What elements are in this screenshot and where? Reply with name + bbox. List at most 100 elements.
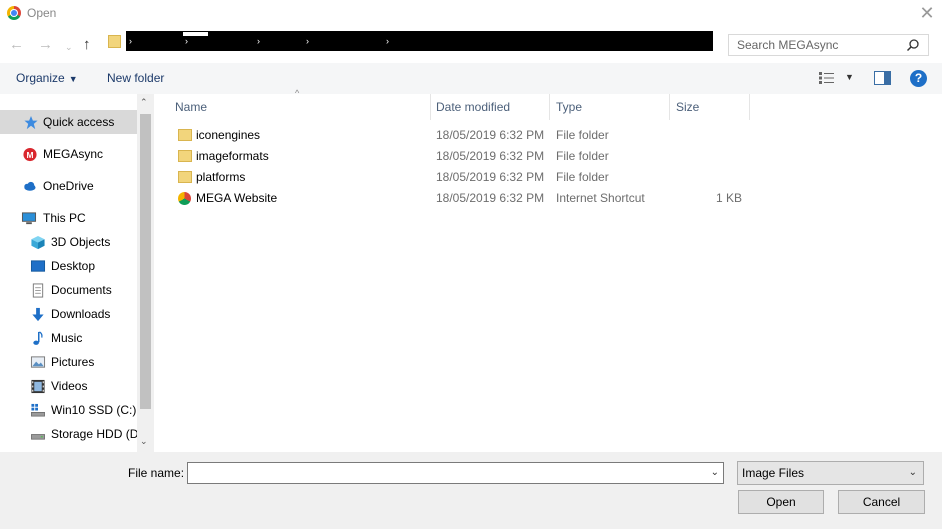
column-header-type[interactable]: Type — [550, 94, 670, 120]
file-name: MEGA Website — [196, 191, 278, 205]
file-name-combobox[interactable]: ⌄ — [187, 462, 724, 484]
chevron-down-icon[interactable]: ⌄ — [711, 467, 719, 478]
nav-item-win10-ssd[interactable]: Win10 SSD (C:) — [0, 398, 137, 422]
file-row[interactable]: imageformats 18/05/2019 6:32 PM File fol… — [172, 146, 732, 167]
file-date: 18/05/2019 6:32 PM — [436, 149, 545, 163]
nav-item-label: Documents — [51, 283, 112, 297]
file-size: 1 KB — [715, 191, 742, 205]
navigation-pane: Quick access M MEGAsync OneDrive This PC… — [0, 94, 154, 452]
nav-item-label: Videos — [51, 379, 88, 393]
cloud-icon — [24, 181, 36, 191]
nav-item-label: OneDrive — [43, 179, 94, 193]
document-icon — [32, 283, 44, 298]
nav-item-music[interactable]: Music — [0, 326, 137, 350]
address-row: ← → ⌄ ↑ › › › › › — [0, 30, 942, 60]
folder-icon — [178, 129, 192, 141]
file-date: 18/05/2019 6:32 PM — [436, 191, 545, 205]
address-bar[interactable]: › › › › › — [126, 31, 713, 51]
download-icon — [32, 307, 44, 322]
address-separator-icon[interactable]: › — [257, 35, 260, 47]
cube-icon — [31, 235, 45, 250]
nav-item-documents[interactable]: Documents — [0, 278, 137, 302]
nav-item-megasync[interactable]: M MEGAsync — [0, 142, 137, 166]
computer-icon — [21, 212, 37, 225]
column-header-name[interactable]: Name — [169, 94, 431, 120]
nav-item-quick-access[interactable]: Quick access — [0, 110, 137, 134]
help-icon[interactable]: ? — [910, 70, 927, 87]
file-type-filter[interactable]: Image Files ⌄ — [737, 461, 924, 485]
file-row[interactable]: platforms 18/05/2019 6:32 PM File folder — [172, 167, 732, 188]
nav-item-label: Pictures — [51, 355, 95, 369]
up-arrow-icon[interactable]: ↑ — [83, 36, 91, 54]
file-row[interactable]: iconengines 18/05/2019 6:32 PM File fold… — [172, 125, 732, 146]
file-name: iconengines — [196, 128, 261, 142]
file-list: ^ Name Date modified Type Size iconengin… — [155, 88, 942, 452]
address-separator-icon[interactable]: › — [129, 35, 132, 47]
star-icon — [24, 115, 38, 130]
file-type: Internet Shortcut — [556, 191, 645, 205]
back-arrow-icon[interactable]: ← — [9, 36, 24, 54]
address-separator-icon[interactable]: › — [386, 35, 389, 47]
forward-arrow-icon[interactable]: → — [38, 36, 53, 54]
dialog-footer: File name: ⌄ Image Files ⌄ Open Cancel — [0, 452, 942, 529]
file-type: File folder — [556, 149, 609, 163]
nav-item-storage-hdd[interactable]: Storage HDD (D: — [0, 422, 137, 446]
organize-label: Organize — [16, 71, 65, 85]
scroll-up-icon[interactable]: ⌃ — [140, 97, 148, 108]
folder-icon — [178, 150, 192, 162]
address-separator-icon[interactable]: › — [306, 35, 309, 47]
new-folder-button[interactable]: New folder — [107, 71, 164, 85]
nav-item-downloads[interactable]: Downloads — [0, 302, 137, 326]
folder-icon — [178, 171, 192, 183]
close-icon[interactable]: ✕ — [916, 2, 938, 24]
file-date: 18/05/2019 6:32 PM — [436, 128, 545, 142]
nav-item-label: Storage HDD (D: — [51, 427, 137, 441]
scroll-down-icon[interactable]: ⌄ — [140, 436, 148, 447]
file-row[interactable]: MEGA Website 18/05/2019 6:32 PM Internet… — [172, 188, 742, 209]
nav-item-this-pc[interactable]: This PC — [0, 206, 137, 230]
view-options-dropdown-icon[interactable]: ▼ — [845, 72, 854, 82]
nav-item-label: Quick access — [43, 115, 115, 129]
address-separator-icon[interactable]: › — [185, 35, 188, 47]
file-name-input[interactable] — [188, 463, 698, 483]
picture-icon — [30, 356, 46, 368]
file-type-filter-value: Image Files — [742, 466, 805, 480]
chevron-down-icon: ▼ — [68, 74, 78, 84]
search-icon[interactable] — [906, 38, 920, 52]
search-input[interactable] — [729, 35, 899, 55]
preview-pane-icon[interactable] — [874, 71, 891, 85]
file-type: File folder — [556, 128, 609, 142]
nav-item-label: MEGAsync — [43, 147, 104, 161]
column-header-date-modified[interactable]: Date modified — [430, 94, 550, 120]
cancel-button[interactable]: Cancel — [838, 490, 925, 514]
nav-item-label: This PC — [43, 211, 86, 225]
nav-item-onedrive[interactable]: OneDrive — [0, 174, 137, 198]
nav-scrollbar[interactable]: ⌃ ⌄ — [137, 94, 154, 452]
nav-item-desktop[interactable]: Desktop — [0, 254, 137, 278]
svg-text:M: M — [26, 150, 33, 160]
nav-item-label: 3D Objects — [51, 235, 111, 249]
nav-item-label: Downloads — [51, 307, 111, 321]
organize-button[interactable]: Organize ▼ — [16, 71, 78, 85]
file-name: platforms — [196, 170, 246, 184]
windows-drive-icon — [31, 403, 45, 417]
view-options-icon[interactable] — [818, 71, 836, 85]
music-icon — [33, 331, 43, 345]
nav-item-pictures[interactable]: Pictures — [0, 350, 137, 374]
nav-item-3d-objects[interactable]: 3D Objects — [0, 230, 137, 254]
nav-item-videos[interactable]: Videos — [0, 374, 137, 398]
search-box[interactable] — [728, 34, 929, 56]
column-header-size[interactable]: Size — [670, 94, 750, 120]
desktop-icon — [30, 260, 46, 272]
video-icon — [31, 379, 45, 394]
nav-item-label: Win10 SSD (C:) — [51, 403, 137, 417]
file-name-label: File name: — [128, 466, 185, 480]
nav-item-label: Music — [51, 331, 83, 345]
scrollbar-thumb[interactable] — [140, 114, 151, 409]
chevron-down-icon[interactable]: ⌄ — [909, 462, 917, 484]
drive-icon — [31, 434, 45, 440]
mega-icon: M — [23, 147, 37, 162]
recent-locations-icon[interactable]: ⌄ — [65, 38, 73, 56]
open-button[interactable]: Open — [738, 490, 824, 514]
chrome-shortcut-icon — [178, 192, 191, 205]
